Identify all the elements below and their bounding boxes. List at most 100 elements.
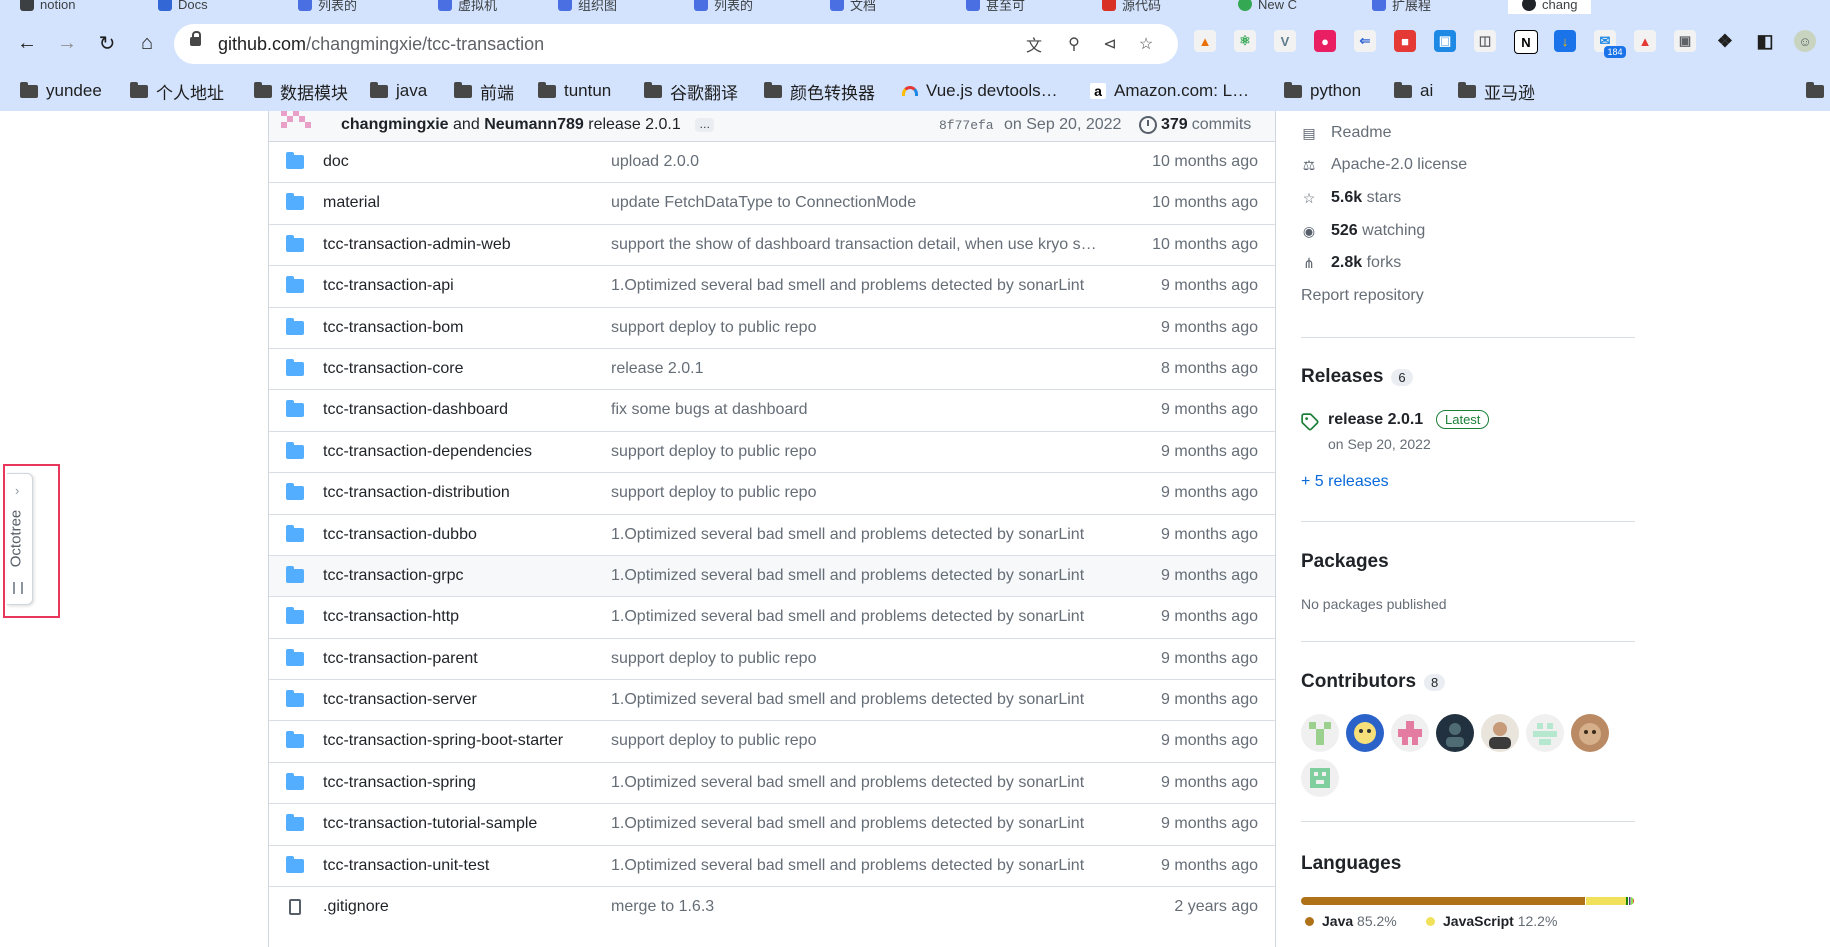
commit-message-link[interactable]: fix some bugs at dashboard bbox=[611, 401, 808, 419]
commit-message-link[interactable]: merge to 1.6.3 bbox=[611, 898, 714, 916]
report-repository-link[interactable]: Report repository bbox=[1301, 287, 1424, 305]
file-row[interactable]: material update FetchDataType to Connecti… bbox=[269, 182, 1275, 223]
extension-icon[interactable]: ■ bbox=[1394, 30, 1416, 52]
file-name-link[interactable]: tcc-transaction-dashboard bbox=[323, 401, 508, 419]
commit-message-link[interactable]: 1.Optimized several bad smell and proble… bbox=[611, 608, 1084, 626]
commit-message-link[interactable]: 1.Optimized several bad smell and proble… bbox=[611, 691, 1084, 709]
file-name-link[interactable]: tcc-transaction-bom bbox=[323, 319, 464, 337]
bookmark-vue-devtools[interactable]: Vue.js devtools… bbox=[902, 78, 1058, 104]
commit-message-link[interactable]: 1.Optimized several bad smell and proble… bbox=[611, 815, 1084, 833]
file-name-link[interactable]: tcc-transaction-tutorial-sample bbox=[323, 815, 537, 833]
file-row[interactable]: tcc-transaction-dashboard fix some bugs a… bbox=[269, 389, 1275, 430]
bookmark-frontend[interactable]: 前端 bbox=[454, 78, 514, 104]
bookmark-overflow[interactable] bbox=[1806, 78, 1824, 104]
file-row[interactable]: tcc-transaction-tutorial-sample 1.Optimiz… bbox=[269, 803, 1275, 844]
file-name-link[interactable]: tcc-transaction-server bbox=[323, 691, 477, 709]
file-name-link[interactable]: material bbox=[323, 194, 380, 212]
commit-message-link[interactable]: 1.Optimized several bad smell and proble… bbox=[611, 774, 1084, 792]
file-row[interactable]: doc upload 2.0.0 10 months ago bbox=[269, 142, 1275, 182]
bookmark-ai[interactable]: ai bbox=[1394, 78, 1433, 104]
tab-9[interactable]: 源代码 bbox=[1102, 0, 1161, 14]
file-name-link[interactable]: tcc-transaction-admin-web bbox=[323, 236, 511, 254]
expand-commit-button[interactable]: … bbox=[695, 117, 715, 132]
contributor-avatar[interactable] bbox=[1346, 714, 1384, 752]
share-icon[interactable]: ⊲ bbox=[1098, 32, 1122, 56]
contributor-avatar[interactable] bbox=[1481, 714, 1519, 752]
zoom-icon[interactable]: ⚲ bbox=[1062, 32, 1086, 56]
bookmark-tuntun[interactable]: tuntun bbox=[538, 78, 611, 104]
commit-author-link[interactable]: changmingxie bbox=[341, 116, 449, 133]
contributor-avatar[interactable] bbox=[1301, 759, 1339, 797]
contributor-avatar[interactable] bbox=[1436, 714, 1474, 752]
tab-6[interactable]: 列表的 bbox=[694, 0, 753, 14]
bookmark-python[interactable]: python bbox=[1284, 78, 1361, 104]
tab-5[interactable]: 组织图 bbox=[558, 0, 617, 14]
bookmark-translate[interactable]: 谷歌翻译 bbox=[644, 78, 738, 104]
bookmark-star-icon[interactable]: ☆ bbox=[1134, 32, 1158, 56]
language-java[interactable]: Java 85.2% bbox=[1305, 913, 1397, 929]
language-javascript[interactable]: JavaScript 12.2% bbox=[1426, 913, 1557, 929]
file-row[interactable]: tcc-transaction-dubbo 1.Optimized several… bbox=[269, 513, 1275, 555]
address-bar[interactable]: github.com/changmingxie/tcc-transaction … bbox=[174, 24, 1178, 64]
side-panel-icon[interactable]: ◧ bbox=[1754, 30, 1776, 52]
file-row[interactable]: tcc-transaction-core release 2.0.1 8 month… bbox=[269, 347, 1275, 389]
commit-message-link[interactable]: 1.Optimized several bad smell and proble… bbox=[611, 857, 1084, 875]
commit-message-link[interactable]: support deploy to public repo bbox=[611, 732, 816, 750]
contributors-heading[interactable]: Contributors 8 bbox=[1301, 671, 1446, 693]
tab-10[interactable]: New C bbox=[1238, 0, 1297, 14]
bookmark-color[interactable]: 颜色转换器 bbox=[764, 78, 875, 104]
file-row[interactable]: tcc-transaction-http 1.Optimized several … bbox=[269, 596, 1275, 637]
commit-message-link[interactable]: support deploy to public repo bbox=[611, 650, 816, 668]
extensions-puzzle-icon[interactable]: ❖ bbox=[1714, 30, 1736, 52]
file-name-link[interactable]: tcc-transaction-http bbox=[323, 608, 459, 626]
contributor-avatar[interactable] bbox=[1301, 714, 1339, 752]
watching-link[interactable]: ◉ 526 watching bbox=[1301, 222, 1425, 240]
extension-icon[interactable]: ▣ bbox=[1434, 30, 1456, 52]
file-row[interactable]: tcc-transaction-server 1.Optimized severa… bbox=[269, 679, 1275, 720]
commit-message-link[interactable]: 1.Optimized several bad smell and proble… bbox=[611, 526, 1084, 544]
file-name-link[interactable]: tcc-transaction-spring-boot-starter bbox=[323, 732, 563, 750]
file-name-link[interactable]: tcc-transaction-core bbox=[323, 360, 464, 378]
releases-heading[interactable]: Releases 6 bbox=[1301, 366, 1413, 388]
bookmark-data[interactable]: 数据模块 bbox=[254, 78, 348, 104]
author-avatar[interactable] bbox=[281, 111, 311, 130]
bookmark-amazon-cn[interactable]: 亚马逊 bbox=[1458, 78, 1535, 104]
more-releases-link[interactable]: + 5 releases bbox=[1301, 473, 1389, 491]
profile-avatar[interactable]: ☺ bbox=[1794, 30, 1816, 52]
tab-7[interactable]: 文档 bbox=[830, 0, 876, 14]
tab-docs[interactable]: Docs bbox=[158, 0, 208, 14]
contributor-avatar[interactable] bbox=[1391, 714, 1429, 752]
commit-message-link[interactable]: update FetchDataType to ConnectionMode bbox=[611, 194, 916, 212]
commit-message-link[interactable]: support the show of dashboard transactio… bbox=[611, 236, 1097, 254]
tab-8[interactable]: 甚至可 bbox=[966, 0, 1025, 14]
contributor-avatar[interactable] bbox=[1526, 714, 1564, 752]
commit-message-link[interactable]: support deploy to public repo bbox=[611, 319, 816, 337]
file-name-link[interactable]: doc bbox=[323, 153, 349, 171]
file-row[interactable]: tcc-transaction-api 1.Optimized several b… bbox=[269, 265, 1275, 306]
latest-release-link[interactable]: release 2.0.1 bbox=[1328, 411, 1423, 429]
file-name-link[interactable]: .gitignore bbox=[323, 898, 389, 916]
file-name-link[interactable]: tcc-transaction-dubbo bbox=[323, 526, 477, 544]
file-name-link[interactable]: tcc-transaction-grpc bbox=[323, 567, 464, 585]
commit-message-link[interactable]: 1.Optimized several bad smell and proble… bbox=[611, 277, 1084, 295]
commit-message-link[interactable]: support deploy to public repo bbox=[611, 443, 816, 461]
commit-message-link[interactable]: release 2.0.1 bbox=[611, 360, 704, 378]
tab-11[interactable]: 扩展程 bbox=[1372, 0, 1431, 14]
vue-devtools-icon[interactable]: V bbox=[1274, 30, 1296, 52]
tab-github-active[interactable]: chang bbox=[1508, 0, 1592, 14]
readme-link[interactable]: ▤ Readme bbox=[1301, 124, 1391, 142]
forward-button[interactable]: → bbox=[52, 28, 82, 58]
bookmark-personal[interactable]: 个人地址 bbox=[130, 78, 224, 104]
stars-link[interactable]: ☆ 5.6k stars bbox=[1301, 189, 1402, 207]
packages-heading[interactable]: Packages bbox=[1301, 551, 1389, 573]
bookmark-yundee[interactable]: yundee bbox=[20, 78, 102, 104]
extension-icon[interactable]: ⇐ bbox=[1354, 30, 1376, 52]
file-row[interactable]: tcc-transaction-bom support deploy to pub… bbox=[269, 306, 1275, 348]
extension-icon[interactable]: ▲ bbox=[1634, 30, 1656, 52]
back-button[interactable]: ← bbox=[12, 28, 42, 58]
commits-history-link[interactable]: 379 commits bbox=[1139, 116, 1251, 134]
bookmark-amazon[interactable]: a Amazon.com: L… bbox=[1090, 78, 1249, 104]
file-name-link[interactable]: tcc-transaction-api bbox=[323, 277, 454, 295]
file-row[interactable]: tcc-transaction-dependencies support depl… bbox=[269, 430, 1275, 472]
extension-icon[interactable]: ● bbox=[1314, 30, 1336, 52]
